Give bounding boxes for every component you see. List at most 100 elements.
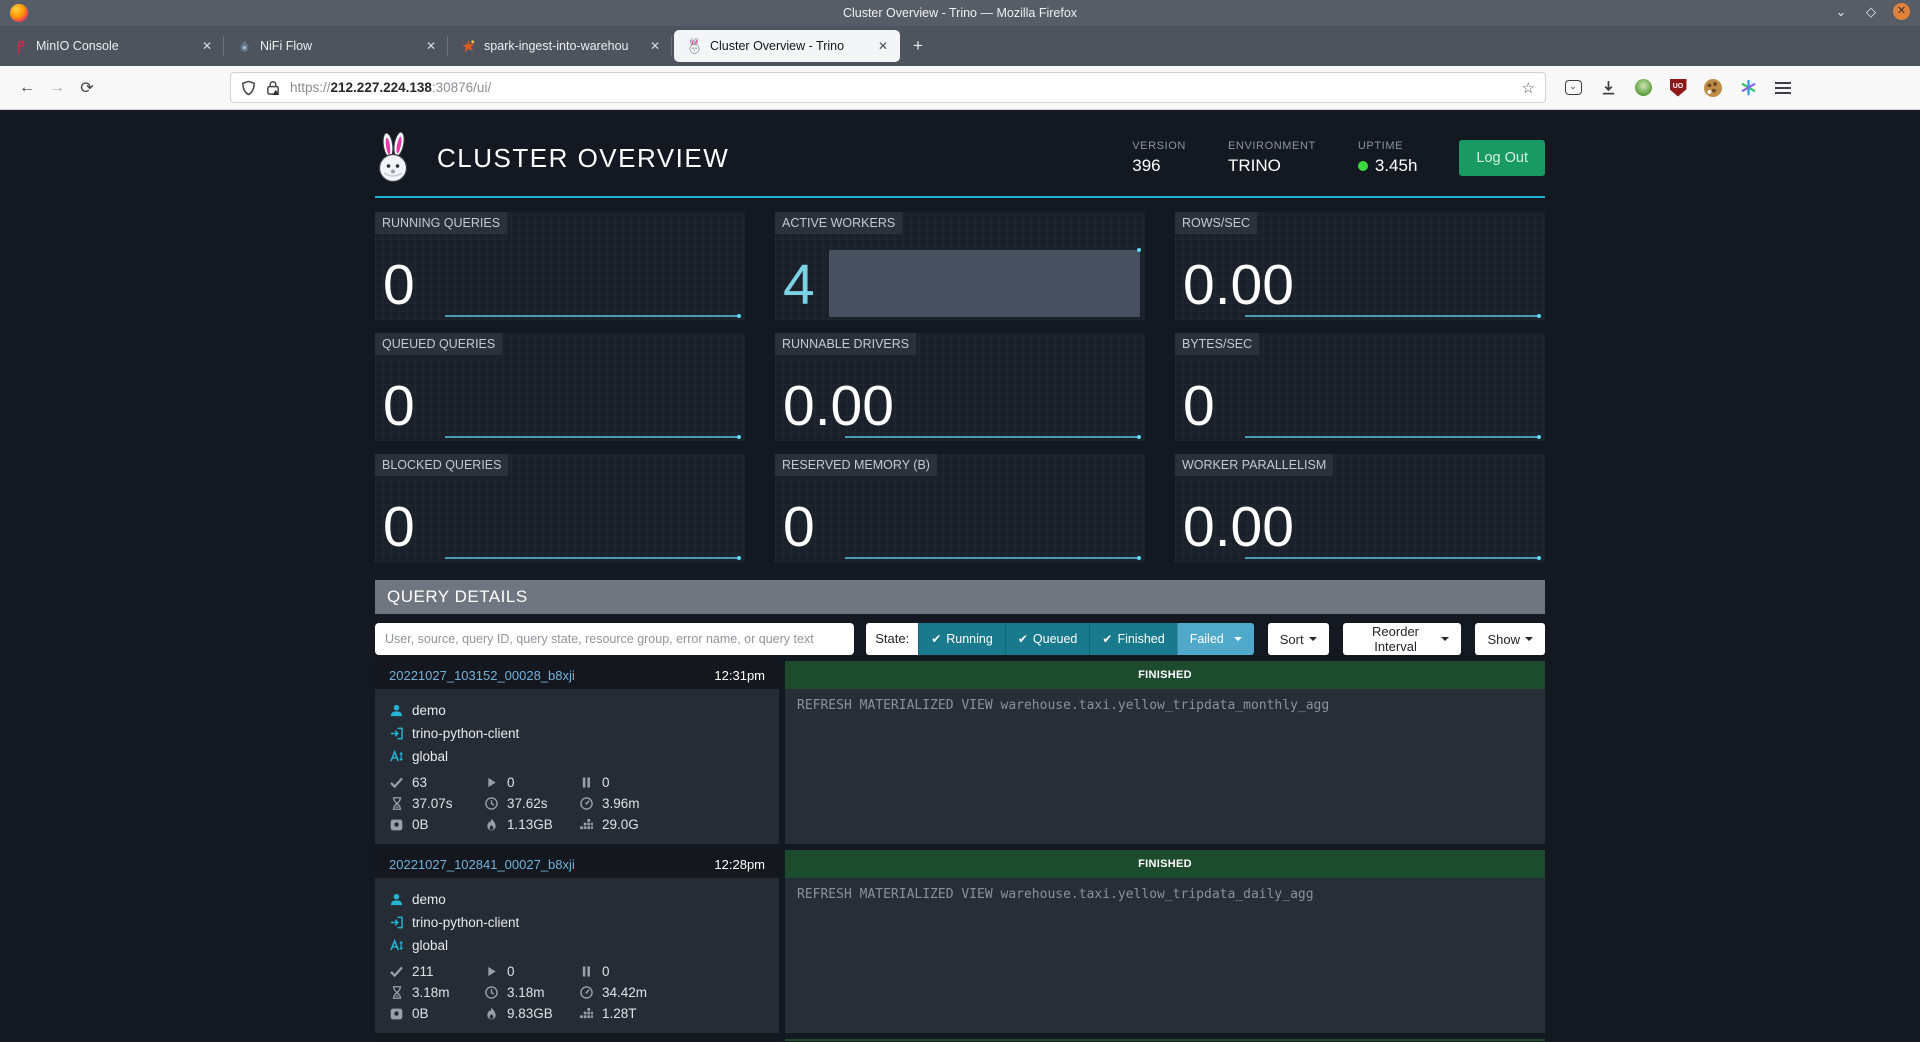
- cpu-time-clock-icon: [484, 797, 499, 810]
- browser-toolbar: ← → ⟳ https://212.227.224.138:30876/ui/ …: [0, 66, 1920, 110]
- stat-tile-queued-queries: QUEUED QUERIES 0: [375, 333, 745, 441]
- query-user: demo: [412, 892, 446, 907]
- tab-close-icon[interactable]: ✕: [874, 37, 892, 55]
- cumulative-memory-chart-icon: [579, 819, 594, 830]
- query-text-panel: REFRESH MATERIALIZED VIEW warehouse.taxi…: [785, 689, 1545, 844]
- uptime-value: 3.45h: [1375, 156, 1418, 176]
- query-time: 12:31pm: [714, 668, 765, 683]
- query-time: 12:28pm: [714, 857, 765, 872]
- query-meta-panel: demo trino-python-client global 211 0: [375, 878, 779, 1033]
- uptime-status-dot: [1358, 161, 1368, 171]
- check-icon: ✔: [931, 632, 941, 646]
- window-maximize-icon[interactable]: ◇: [1863, 4, 1879, 20]
- tab-cluster-overview[interactable]: Cluster Overview - Trino ✕: [674, 30, 900, 62]
- cumulative-time: 34.42m: [602, 985, 647, 1000]
- user-icon: [389, 704, 404, 717]
- reorder-interval-dropdown[interactable]: Reorder Interval: [1343, 623, 1462, 655]
- query-row: 20221027_102841_00027_b8xji 12:28pm FINI…: [375, 850, 1545, 1033]
- query-resource-group: global: [412, 938, 448, 953]
- sparkline: [1245, 436, 1540, 438]
- show-dropdown[interactable]: Show: [1475, 623, 1545, 655]
- query-id-link[interactable]: 20221027_103152_00028_b8xji: [389, 668, 575, 683]
- trino-cluster-overview-page: CLUSTER OVERVIEW VERSION 396 ENVIRONMENT…: [0, 110, 1920, 1041]
- query-details-header: QUERY DETAILS: [375, 580, 1545, 614]
- chevron-down-icon: [1234, 637, 1242, 641]
- splits-queued: 0: [602, 964, 610, 979]
- splits-running: 0: [507, 964, 515, 979]
- uptime-block: UPTIME 3.45h: [1358, 140, 1418, 176]
- query-search-input[interactable]: [375, 623, 854, 655]
- current-memory: 0B: [412, 817, 429, 832]
- stat-tile-bytes-sec: BYTES/SEC 0: [1175, 333, 1545, 441]
- query-id-link[interactable]: 20221027_102841_00027_b8xji: [389, 857, 575, 872]
- sparkline: [1245, 315, 1540, 317]
- url-bar[interactable]: https://212.227.224.138:30876/ui/ ☆: [230, 72, 1546, 103]
- window-title: Cluster Overview - Trino — Mozilla Firef…: [0, 6, 1920, 20]
- query-sql-text: REFRESH MATERIALIZED VIEW warehouse.taxi…: [797, 698, 1533, 713]
- back-button[interactable]: ←: [12, 73, 42, 103]
- downloads-icon[interactable]: [1597, 77, 1619, 99]
- wall-time-hourglass-icon: [389, 797, 404, 810]
- query-row: 20221027_103152_00028_b8xji 12:31pm FINI…: [375, 661, 1545, 844]
- gauge-icon: [579, 986, 594, 999]
- splits-completed-icon: [389, 966, 404, 977]
- version-value: 396: [1132, 156, 1186, 176]
- forward-button[interactable]: →: [42, 73, 72, 103]
- cumulative-time: 3.96m: [602, 796, 640, 811]
- filter-failed-dropdown[interactable]: Failed: [1177, 623, 1254, 655]
- tracking-shield-icon[interactable]: [241, 80, 256, 96]
- new-tab-button[interactable]: +: [902, 26, 934, 66]
- peak-memory-fire-icon: [484, 1007, 499, 1020]
- peak-memory-fire-icon: [484, 818, 499, 831]
- url-text: https://212.227.224.138:30876/ui/: [290, 80, 491, 95]
- menu-hamburger-icon[interactable]: [1772, 77, 1794, 99]
- window-close-icon[interactable]: ✕: [1893, 3, 1910, 20]
- stat-label: RUNNING QUERIES: [375, 212, 507, 234]
- cumulative-memory-chart-icon: [579, 1008, 594, 1019]
- stat-value: 0: [383, 499, 415, 556]
- page-title: CLUSTER OVERVIEW: [437, 143, 729, 174]
- tab-title: spark-ingest-into-warehou: [484, 39, 640, 53]
- chevron-down-icon: [1525, 637, 1533, 641]
- stat-value: 0: [783, 499, 815, 556]
- multicolor-extension-icon[interactable]: [1737, 77, 1759, 99]
- filter-running-button[interactable]: ✔Running: [918, 623, 1005, 655]
- stat-label: BYTES/SEC: [1175, 333, 1259, 355]
- chevron-down-icon: [1441, 637, 1449, 641]
- tab-minio-console[interactable]: MinIO Console ✕: [0, 26, 224, 66]
- uptime-label: UPTIME: [1358, 140, 1418, 152]
- window-minimize-icon[interactable]: ⌄: [1833, 4, 1849, 20]
- app-header: CLUSTER OVERVIEW VERSION 396 ENVIRONMENT…: [375, 110, 1545, 198]
- tab-close-icon[interactable]: ✕: [646, 37, 664, 55]
- filter-finished-button[interactable]: ✔Finished: [1089, 623, 1176, 655]
- query-header: 20221027_102841_00026_b8xji 12:28pm: [375, 1039, 779, 1041]
- window-titlebar: Cluster Overview - Trino — Mozilla Firef…: [0, 0, 1920, 26]
- logout-button[interactable]: Log Out: [1459, 140, 1545, 176]
- bookmark-star-icon[interactable]: ☆: [1522, 79, 1535, 97]
- pocket-icon[interactable]: ⌄: [1562, 77, 1584, 99]
- lock-warning-icon[interactable]: [266, 80, 280, 96]
- splits-queued: 0: [602, 775, 610, 790]
- tab-close-icon[interactable]: ✕: [198, 37, 216, 55]
- filter-queued-button[interactable]: ✔Queued: [1005, 623, 1090, 655]
- sparkline: [845, 436, 1140, 438]
- tab-close-icon[interactable]: ✕: [422, 37, 440, 55]
- gauge-icon: [579, 797, 594, 810]
- reload-button[interactable]: ⟳: [72, 73, 102, 103]
- tab-spark-notebook[interactable]: spark-ingest-into-warehou ✕: [448, 26, 672, 66]
- cookie-extension-icon[interactable]: [1702, 77, 1724, 99]
- splits-completed-icon: [389, 777, 404, 788]
- splits-completed: 63: [412, 775, 427, 790]
- sort-dropdown[interactable]: Sort: [1268, 623, 1329, 655]
- stat-value: 0: [383, 378, 415, 435]
- trino-logo-icon: [375, 132, 411, 184]
- tab-nifi-flow[interactable]: NiFi Flow ✕: [224, 26, 448, 66]
- query-filter-bar: State: ✔Running ✔Queued ✔Finished Failed…: [375, 623, 1545, 655]
- splits-running: 0: [507, 775, 515, 790]
- resource-group-icon: [389, 750, 404, 763]
- stat-tile-running-queries: RUNNING QUERIES 0: [375, 212, 745, 320]
- minio-icon: [12, 38, 28, 54]
- ublock-origin-icon[interactable]: UO: [1667, 77, 1689, 99]
- extension-green-icon[interactable]: [1632, 77, 1654, 99]
- sparkline: [845, 557, 1140, 559]
